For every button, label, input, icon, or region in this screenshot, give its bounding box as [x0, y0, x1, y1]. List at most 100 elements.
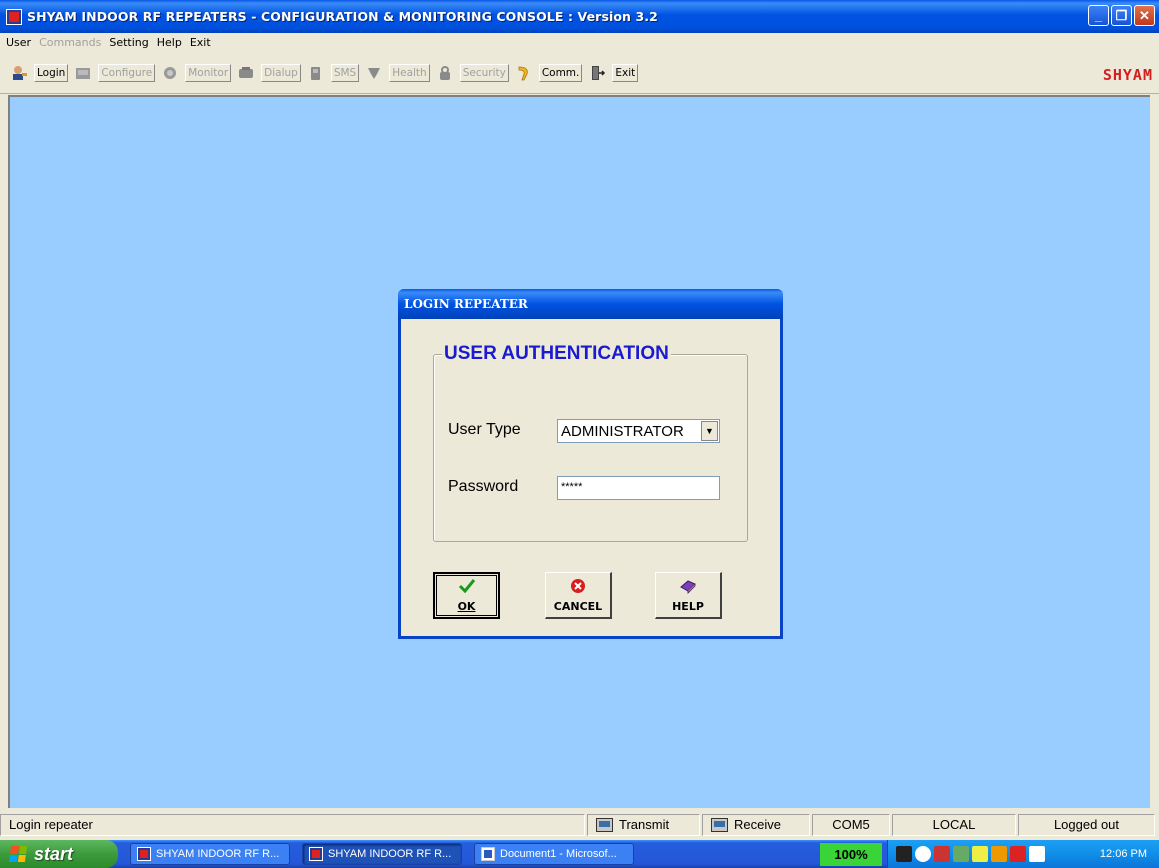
- status-bar: Login repeater Transmit Receive COM5 LOC…: [0, 811, 1159, 838]
- chevron-down-icon[interactable]: ▼: [701, 421, 718, 441]
- status-message: Login repeater: [0, 813, 585, 836]
- taskbar-item-label: SHYAM INDOOR RF R...: [156, 848, 280, 860]
- toolbar-monitor-group: Monitor: [161, 63, 232, 82]
- login-state-indicator: Logged out: [1018, 813, 1155, 836]
- mode-label: LOCAL: [932, 817, 976, 832]
- taskbar-item-label: Document1 - Microsof...: [500, 848, 617, 860]
- taskbar-item[interactable]: SHYAM INDOOR RF R...: [130, 843, 290, 865]
- toolbar-exit-group: Exit: [588, 63, 639, 82]
- toolbar-configure-group: Configure: [74, 63, 156, 82]
- monitor-icon: [161, 65, 179, 81]
- minimize-button[interactable]: _: [1088, 5, 1109, 26]
- windows-logo-icon: [8, 846, 28, 862]
- exit-door-icon: [588, 65, 606, 81]
- dialog-title-bar[interactable]: LOGIN REPEATER: [398, 289, 783, 319]
- shield-icon[interactable]: [972, 846, 988, 862]
- window-title: SHYAM INDOOR RF REPEATERS - CONFIGURATIO…: [27, 9, 658, 24]
- app-icon[interactable]: [6, 8, 22, 25]
- window-controls: _ ❐ ✕: [1088, 5, 1155, 26]
- menu-setting[interactable]: Setting: [109, 36, 148, 49]
- health-button[interactable]: Health: [389, 63, 430, 82]
- health-icon: [365, 65, 383, 81]
- login-button[interactable]: Login: [34, 63, 69, 82]
- ok-label: OK: [457, 600, 476, 613]
- word-document-icon: [481, 847, 495, 861]
- status-message-text: Login repeater: [9, 817, 93, 832]
- start-button[interactable]: start: [0, 840, 118, 868]
- checkmark-icon: [458, 578, 476, 598]
- user-type-label: User Type: [448, 421, 521, 438]
- brand-logo: SHYAM: [1102, 66, 1153, 84]
- toolbar-comm-group: Comm.: [515, 63, 583, 82]
- taskbar-item-label: SHYAM INDOOR RF R...: [328, 848, 452, 860]
- mode-indicator: LOCAL: [892, 813, 1016, 836]
- menu-commands[interactable]: Commands: [39, 36, 101, 49]
- comm-button[interactable]: Comm.: [538, 63, 583, 82]
- configure-button[interactable]: Configure: [98, 63, 156, 82]
- start-label: start: [34, 843, 74, 864]
- lock-icon: [436, 65, 454, 81]
- app-icon: [137, 847, 151, 861]
- taskbar-item[interactable]: Document1 - Microsof...: [474, 843, 634, 865]
- back-arrow-icon[interactable]: [915, 846, 931, 862]
- phone-icon: [237, 65, 255, 81]
- user-type-dropdown[interactable]: ADMINISTRATOR ▼: [557, 419, 720, 443]
- user-type-value: ADMINISTRATOR: [561, 422, 684, 440]
- receive-computer-icon: [711, 817, 728, 832]
- login-state-label: Logged out: [1053, 817, 1120, 832]
- group-title: USER AUTHENTICATION: [442, 343, 671, 365]
- cancel-icon: [570, 578, 586, 598]
- ok-button[interactable]: OK: [433, 572, 500, 619]
- toolbar-health-group: Health: [365, 63, 430, 82]
- dialup-button[interactable]: Dialup: [261, 63, 301, 82]
- monitor-tray-icon[interactable]: [1029, 846, 1045, 862]
- taskbar-item[interactable]: SHYAM INDOOR RF R...: [302, 843, 462, 865]
- cancel-button[interactable]: CANCEL: [545, 572, 612, 619]
- toolbar-dialup-group: Dialup: [237, 63, 301, 82]
- restore-button[interactable]: ❐: [1111, 5, 1132, 26]
- app-icon: [309, 847, 323, 861]
- close-button[interactable]: ✕: [1134, 5, 1155, 26]
- antivirus-icon[interactable]: [1010, 846, 1026, 862]
- cancel-label: CANCEL: [553, 599, 603, 613]
- receive-label: Receive: [734, 817, 781, 832]
- menu-help[interactable]: Help: [157, 36, 182, 49]
- comm-icon: [515, 65, 533, 81]
- login-dialog: LOGIN REPEATER USER AUTHENTICATION User …: [398, 289, 783, 639]
- port-label: COM5: [832, 817, 870, 832]
- user-key-icon: [10, 65, 28, 81]
- sms-button[interactable]: SMS: [330, 63, 360, 82]
- title-bar: SHYAM INDOOR RF REPEATERS - CONFIGURATIO…: [0, 0, 1159, 33]
- dialog-title: LOGIN REPEATER: [404, 297, 528, 311]
- network-icon[interactable]: [934, 846, 950, 862]
- menu-bar: User Commands Setting Help Exit: [0, 33, 1159, 52]
- user-authentication-group: USER AUTHENTICATION User Type ADMINISTRA…: [433, 343, 748, 542]
- volume-icon[interactable]: [953, 846, 969, 862]
- toolbar-security-group: Security: [436, 63, 509, 82]
- battery-indicator[interactable]: 100%: [820, 843, 882, 866]
- toolbar-login-group: Login: [10, 63, 69, 82]
- transmit-computer-icon: [596, 817, 613, 832]
- password-field[interactable]: *****: [557, 476, 720, 500]
- password-label: Password: [448, 478, 519, 495]
- power-plug-icon[interactable]: [896, 846, 912, 862]
- port-indicator: COM5: [812, 813, 890, 836]
- system-tray: 12:06 PM: [887, 840, 1159, 868]
- messenger-icon[interactable]: [991, 846, 1007, 862]
- help-book-icon: [679, 578, 697, 598]
- toolbar: Login Configure Monitor Dialup SMS Healt…: [0, 52, 1159, 94]
- transmit-label: Transmit: [619, 817, 670, 832]
- monitor-button[interactable]: Monitor: [185, 63, 232, 82]
- sms-icon: [307, 65, 325, 81]
- help-button[interactable]: HELP: [655, 572, 722, 619]
- receive-indicator: Receive: [702, 813, 810, 836]
- transmit-indicator: Transmit: [587, 813, 700, 836]
- exit-button[interactable]: Exit: [612, 63, 639, 82]
- configure-icon: [74, 65, 92, 81]
- help-label: HELP: [672, 599, 704, 613]
- menu-user[interactable]: User: [6, 36, 31, 49]
- menu-exit[interactable]: Exit: [190, 36, 211, 49]
- security-button[interactable]: Security: [459, 63, 509, 82]
- clock[interactable]: 12:06 PM: [1100, 848, 1147, 860]
- toolbar-sms-group: SMS: [307, 63, 360, 82]
